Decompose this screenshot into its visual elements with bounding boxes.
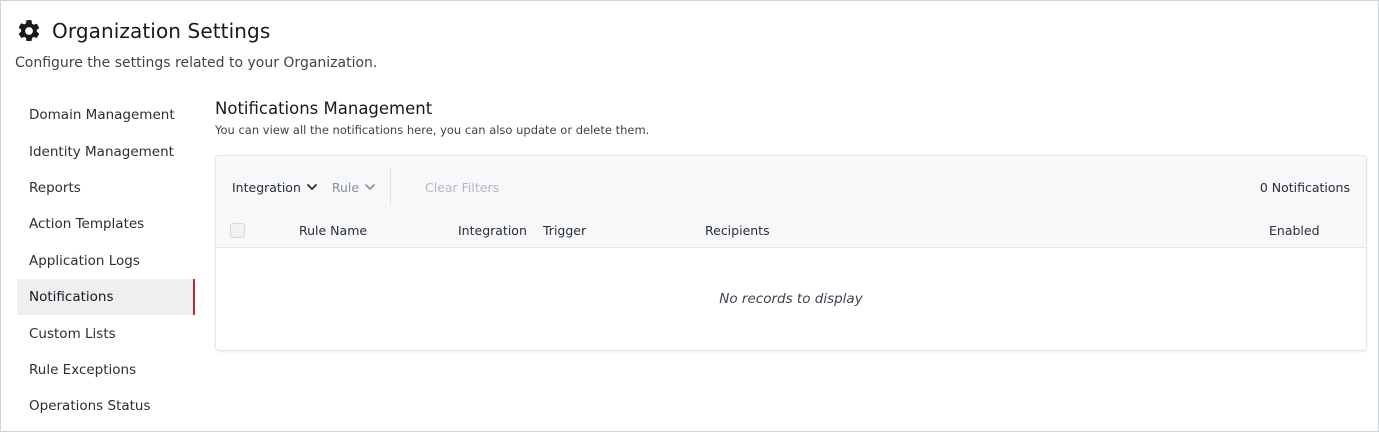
sidebar-item-identity-management[interactable]: Identity Management	[17, 133, 195, 169]
sidebar-item-label: Reports	[29, 179, 81, 196]
sidebar-item-label: Operations Status	[29, 398, 151, 415]
column-header-integration[interactable]: Integration	[458, 223, 527, 238]
gear-icon	[18, 20, 40, 42]
sidebar-item-reports[interactable]: Reports	[17, 170, 195, 206]
section-description: You can view all the notifications here,…	[215, 123, 650, 137]
sidebar-item-application-logs[interactable]: Application Logs	[17, 243, 195, 279]
sidebar-item-rule-exceptions[interactable]: Rule Exceptions	[17, 352, 195, 388]
integration-filter-label: Integration	[232, 179, 301, 195]
column-header-recipients[interactable]: Recipients	[705, 223, 770, 238]
sidebar-item-operations-status[interactable]: Operations Status	[17, 388, 195, 424]
page-subtitle: Configure the settings related to your O…	[15, 55, 378, 71]
empty-table-message: No records to display	[719, 291, 863, 307]
filter-bar: Integration Rule	[232, 174, 390, 200]
column-header-enabled[interactable]: Enabled	[1269, 223, 1320, 238]
rule-filter-label: Rule	[331, 179, 360, 195]
sidebar-item-label: Action Templates	[29, 216, 145, 233]
page-header: Organization Settings	[16, 18, 270, 44]
sidebar-item-label: Rule Exceptions	[29, 361, 137, 378]
filter-divider	[390, 168, 391, 206]
rule-filter-dropdown[interactable]: Rule	[332, 180, 376, 195]
notifications-count: 0 Notifications	[1259, 180, 1350, 195]
sidebar-item-notifications[interactable]: Notifications	[17, 278, 195, 316]
column-header-trigger[interactable]: Trigger	[543, 223, 586, 238]
section-title: Notifications Management	[215, 99, 433, 118]
column-header-rule-name[interactable]: Rule Name	[299, 223, 367, 238]
panel-toolbar: Integration Rule Clear Filters 0 Notific…	[216, 156, 1366, 248]
sidebar-item-label: Domain Management	[29, 107, 175, 124]
sidebar-item-label: Identity Management	[29, 143, 174, 160]
sidebar-item-action-templates[interactable]: Action Templates	[17, 206, 195, 242]
settings-sidebar: Domain Management Identity Management Re…	[17, 97, 195, 425]
sidebar-item-label: Custom Lists	[29, 325, 116, 342]
sidebar-item-custom-lists[interactable]: Custom Lists	[17, 315, 195, 351]
select-all-checkbox[interactable]	[230, 223, 245, 238]
clear-filters-button[interactable]: Clear Filters	[425, 180, 499, 195]
chevron-down-icon	[306, 184, 317, 190]
notifications-panel: Integration Rule Clear Filters 0 Notific…	[215, 155, 1367, 351]
table-header: Rule Name Integration Trigger Recipients…	[216, 218, 1366, 248]
chevron-down-icon	[365, 184, 375, 190]
sidebar-item-label: Application Logs	[29, 252, 140, 269]
sidebar-item-label: Notifications	[29, 289, 114, 306]
integration-filter-dropdown[interactable]: Integration	[232, 180, 318, 195]
sidebar-item-domain-management[interactable]: Domain Management	[17, 97, 195, 133]
page-title: Organization Settings	[52, 19, 271, 43]
